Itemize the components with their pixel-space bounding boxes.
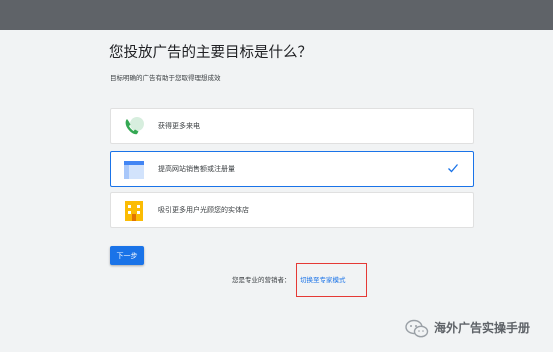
checkmark-icon (448, 164, 458, 173)
storefront-icon (125, 201, 143, 221)
goal-option-label: 提高网站销售额或注册量 (158, 165, 235, 173)
goal-option-calls[interactable]: 获得更多来电 (110, 108, 474, 144)
phone-icon (125, 117, 144, 135)
wechat-icon (405, 319, 429, 338)
goal-option-store[interactable]: 吸引更多用户光顾您的实体店 (110, 192, 474, 228)
website-icon (124, 161, 144, 179)
top-bar (0, 0, 553, 30)
watermark-text: 海外广告实操手册 (434, 321, 531, 335)
page-title: 您投放广告的主要目标是什么？ (109, 45, 312, 61)
expert-question: 您是专业的营销者： (232, 276, 291, 284)
highlight-box (296, 263, 367, 297)
page-subtitle: 目标明确的广告有助于您取得理想成效 (110, 74, 221, 82)
goal-option-label: 吸引更多用户光顾您的实体店 (158, 206, 249, 214)
goal-option-label: 获得更多来电 (158, 122, 200, 130)
next-button[interactable]: 下一步 (110, 246, 144, 265)
goal-option-website[interactable]: 提高网站销售额或注册量 (110, 151, 474, 187)
